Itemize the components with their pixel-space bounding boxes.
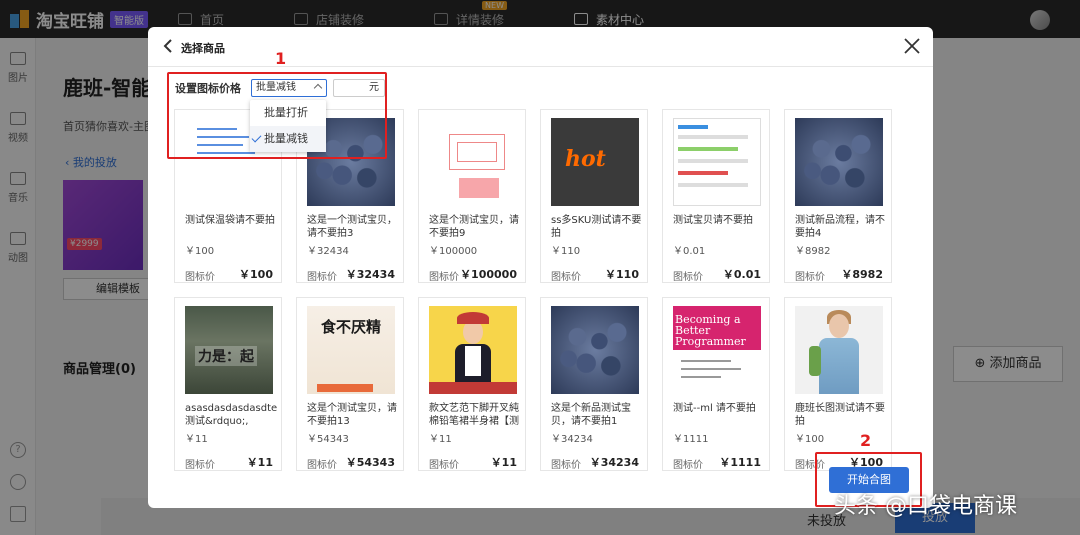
icon-price-value: ￥1111 [719, 456, 761, 469]
back-arrow-icon[interactable] [162, 39, 174, 53]
icon-price-value: ￥110 [605, 268, 639, 281]
icon-price-label: 图标价 [673, 460, 703, 471]
icon-price-value: ￥100 [239, 268, 273, 281]
product-card[interactable]: 这是个测试宝贝，请不要拍9 ￥100000 图标价 ￥100000 [418, 109, 526, 283]
annotation-box-1 [167, 72, 387, 159]
product-name: 测试新品流程，请不要拍4 [795, 215, 885, 239]
annotation-number-2: 2 [860, 431, 872, 450]
icon-price-label: 图标价 [429, 460, 459, 471]
close-icon[interactable] [903, 37, 921, 55]
icon-price-value: ￥32434 [345, 268, 395, 281]
modal-header: 选择商品 [148, 27, 933, 67]
icon-price-label: 图标价 [673, 272, 703, 283]
icon-price-label: 图标价 [185, 272, 215, 283]
product-image [795, 306, 883, 394]
product-name: 测试保温袋请不要拍 [185, 215, 275, 226]
product-card[interactable]: 力是：起 asasdasdasdasdtest测试&rdquo;, &rdq..… [174, 297, 282, 471]
product-name: 测试--ml 请不要拍 [673, 403, 756, 414]
product-name: 这是个测试宝贝，请不要拍9 [429, 215, 519, 239]
product-card[interactable]: 测试新品流程，请不要拍4 ￥8982 图标价 ￥8982 [784, 109, 892, 283]
product-name: ss多SKU测试请不要拍 [551, 215, 642, 239]
product-image [551, 306, 639, 394]
product-price: ￥11 [429, 434, 452, 445]
product-card[interactable]: 测试宝贝请不要拍 ￥0.01 图标价 ￥0.01 [662, 109, 770, 283]
product-card[interactable]: hot ss多SKU测试请不要拍 ￥110 图标价 ￥110 [540, 109, 648, 283]
product-name: 这是个新品测试宝贝，请不要拍1 [551, 403, 631, 427]
product-price: ￥34234 [551, 434, 593, 445]
icon-price-label: 图标价 [185, 460, 215, 471]
icon-price-value: ￥54343 [345, 456, 395, 469]
product-price: ￥110 [551, 246, 581, 257]
product-name: 这是一个测试宝贝，请不要拍3 [307, 215, 397, 239]
icon-price-label: 图标价 [307, 460, 337, 471]
product-card[interactable]: Becoming a Better Programmer 测试--ml 请不要拍… [662, 297, 770, 471]
product-image: 食不厌精 [307, 306, 395, 394]
product-name: 鹿班长图测试请不要拍 [795, 403, 885, 427]
product-name: 这是个测试宝贝，请不要拍13 [307, 403, 397, 427]
product-image [429, 306, 517, 394]
product-image [795, 118, 883, 206]
icon-price-value: ￥100000 [460, 268, 517, 281]
product-name: 款文艺范下脚开叉純棉铅笔裙半身裙【测试... [429, 403, 519, 427]
product-image [673, 118, 761, 206]
product-image-text: hot [565, 146, 606, 172]
product-price: ￥11 [185, 434, 208, 445]
product-image: Becoming a Better Programmer [673, 306, 761, 394]
product-card[interactable]: 食不厌精 这是个测试宝贝，请不要拍13 ￥54343 图标价 ￥54343 [296, 297, 404, 471]
select-product-modal: 选择商品 设置图标价格 批量减钱 元 测试保温袋请不要拍 ￥100 图标价 ￥1… [148, 27, 933, 508]
icon-price-value: ￥34234 [589, 456, 639, 469]
icon-price-value: ￥8982 [841, 268, 883, 281]
product-image-text: 食不厌精 [321, 318, 382, 336]
product-image-text: 力是：起 [195, 346, 257, 366]
product-price: ￥100 [185, 246, 215, 257]
product-price: ￥0.01 [673, 246, 706, 257]
icon-price-label: 图标价 [795, 272, 825, 283]
icon-price-label: 图标价 [429, 272, 459, 283]
modal-title: 选择商品 [181, 42, 225, 55]
product-name: 测试宝贝请不要拍 [673, 215, 753, 226]
icon-price-label: 图标价 [551, 272, 581, 283]
product-price: ￥100 [795, 434, 825, 445]
watermark: 头条 @口袋电商课 [834, 494, 1017, 519]
product-image [429, 118, 517, 206]
icon-price-value: ￥11 [246, 456, 273, 469]
product-name: asasdasdasdasdtest测试&rdquo;, &rdq... [185, 403, 277, 427]
annotation-number-1: 1 [275, 49, 287, 68]
product-price: ￥8982 [795, 246, 831, 257]
product-image: 力是：起 [185, 306, 273, 394]
product-price: ￥32434 [307, 246, 349, 257]
product-image: hot [551, 118, 639, 206]
product-price: ￥54343 [307, 434, 349, 445]
product-card[interactable]: 这是个新品测试宝贝，请不要拍1 ￥34234 图标价 ￥34234 [540, 297, 648, 471]
icon-price-value: ￥0.01 [722, 268, 761, 281]
product-price: ￥1111 [673, 434, 709, 445]
icon-price-value: ￥11 [490, 456, 517, 469]
product-card[interactable]: 鹿班长图测试请不要拍 ￥100 图标价 ￥100 [784, 297, 892, 471]
icon-price-label: 图标价 [307, 272, 337, 283]
product-image-text: Becoming a Better Programmer [675, 313, 746, 348]
icon-price-label: 图标价 [551, 460, 581, 471]
product-price: ￥100000 [429, 246, 478, 257]
product-card[interactable]: 款文艺范下脚开叉純棉铅笔裙半身裙【测试... ￥11 图标价 ￥11 [418, 297, 526, 471]
